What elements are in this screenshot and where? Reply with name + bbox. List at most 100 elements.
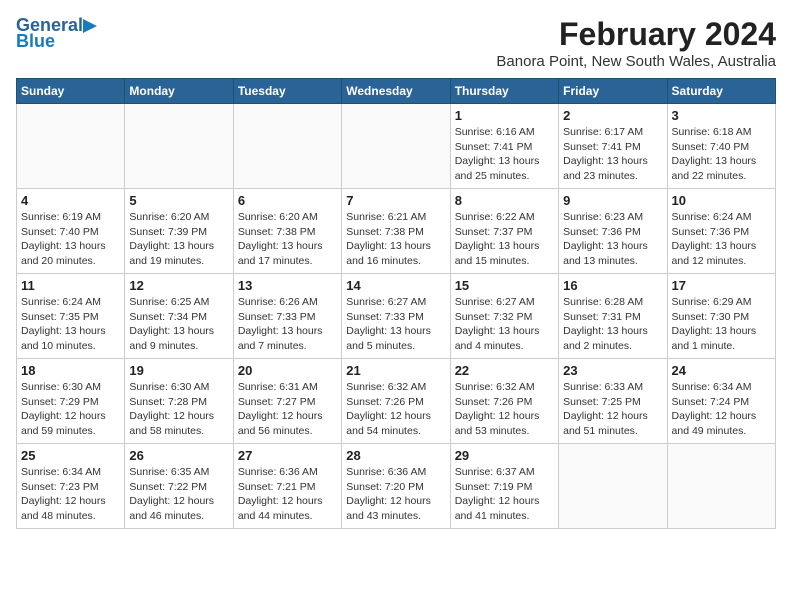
table-row: 6 Sunrise: 6:20 AMSunset: 7:38 PMDaylight…: [233, 189, 341, 274]
day-info: Sunrise: 6:30 AMSunset: 7:29 PMDaylight:…: [21, 380, 120, 439]
day-number: 29: [455, 448, 554, 463]
day-info: Sunrise: 6:37 AMSunset: 7:19 PMDaylight:…: [455, 465, 554, 524]
day-number: 24: [672, 363, 771, 378]
table-row: 29 Sunrise: 6:37 AMSunset: 7:19 PMDayligh…: [450, 444, 558, 529]
table-row: 25 Sunrise: 6:34 AMSunset: 7:23 PMDayligh…: [17, 444, 125, 529]
day-info: Sunrise: 6:30 AMSunset: 7:28 PMDaylight:…: [129, 380, 228, 439]
day-info: Sunrise: 6:24 AMSunset: 7:36 PMDaylight:…: [672, 210, 771, 269]
day-info: Sunrise: 6:23 AMSunset: 7:36 PMDaylight:…: [563, 210, 662, 269]
day-number: 8: [455, 193, 554, 208]
day-number: 2: [563, 108, 662, 123]
table-row: 11 Sunrise: 6:24 AMSunset: 7:35 PMDayligh…: [17, 274, 125, 359]
table-row: 19 Sunrise: 6:30 AMSunset: 7:28 PMDayligh…: [125, 359, 233, 444]
day-info: Sunrise: 6:36 AMSunset: 7:21 PMDaylight:…: [238, 465, 337, 524]
col-monday: Monday: [125, 79, 233, 104]
day-number: 10: [672, 193, 771, 208]
table-row: [559, 444, 667, 529]
day-number: 21: [346, 363, 445, 378]
day-number: 4: [21, 193, 120, 208]
day-number: 17: [672, 278, 771, 293]
table-row: 27 Sunrise: 6:36 AMSunset: 7:21 PMDayligh…: [233, 444, 341, 529]
day-number: 18: [21, 363, 120, 378]
table-row: 20 Sunrise: 6:31 AMSunset: 7:27 PMDayligh…: [233, 359, 341, 444]
day-info: Sunrise: 6:35 AMSunset: 7:22 PMDaylight:…: [129, 465, 228, 524]
table-row: [233, 104, 341, 189]
table-row: 13 Sunrise: 6:26 AMSunset: 7:33 PMDayligh…: [233, 274, 341, 359]
day-number: 1: [455, 108, 554, 123]
table-row: [17, 104, 125, 189]
month-title: February 2024: [496, 16, 776, 53]
day-number: 27: [238, 448, 337, 463]
col-wednesday: Wednesday: [342, 79, 450, 104]
table-row: [125, 104, 233, 189]
day-info: Sunrise: 6:21 AMSunset: 7:38 PMDaylight:…: [346, 210, 445, 269]
table-row: [667, 444, 775, 529]
day-info: Sunrise: 6:34 AMSunset: 7:24 PMDaylight:…: [672, 380, 771, 439]
table-row: 14Sunrise: 6:27 AMSunset: 7:33 PMDayligh…: [342, 274, 450, 359]
day-number: 15: [455, 278, 554, 293]
day-info: Sunrise: 6:19 AMSunset: 7:40 PMDaylight:…: [21, 210, 120, 269]
day-number: 9: [563, 193, 662, 208]
day-info: Sunrise: 6:28 AMSunset: 7:31 PMDaylight:…: [563, 295, 662, 354]
day-number: 19: [129, 363, 228, 378]
day-info: Sunrise: 6:34 AMSunset: 7:23 PMDaylight:…: [21, 465, 120, 524]
day-info: Sunrise: 6:25 AMSunset: 7:34 PMDaylight:…: [129, 295, 228, 354]
day-info: Sunrise: 6:22 AMSunset: 7:37 PMDaylight:…: [455, 210, 554, 269]
table-row: 3Sunrise: 6:18 AMSunset: 7:40 PMDaylight…: [667, 104, 775, 189]
day-number: 7: [346, 193, 445, 208]
day-number: 6: [238, 193, 337, 208]
day-info: Sunrise: 6:27 AMSunset: 7:33 PMDaylight:…: [346, 295, 445, 354]
day-info: Sunrise: 6:16 AMSunset: 7:41 PMDaylight:…: [455, 125, 554, 184]
col-tuesday: Tuesday: [233, 79, 341, 104]
day-number: 22: [455, 363, 554, 378]
day-info: Sunrise: 6:32 AMSunset: 7:26 PMDaylight:…: [346, 380, 445, 439]
logo-blue-text: Blue: [16, 32, 55, 52]
day-number: 12: [129, 278, 228, 293]
day-number: 26: [129, 448, 228, 463]
day-info: Sunrise: 6:20 AMSunset: 7:39 PMDaylight:…: [129, 210, 228, 269]
table-row: 7 Sunrise: 6:21 AMSunset: 7:38 PMDaylight…: [342, 189, 450, 274]
day-number: 3: [672, 108, 771, 123]
table-row: 21 Sunrise: 6:32 AMSunset: 7:26 PMDayligh…: [342, 359, 450, 444]
day-info: Sunrise: 6:26 AMSunset: 7:33 PMDaylight:…: [238, 295, 337, 354]
week-row-4: 18 Sunrise: 6:30 AMSunset: 7:29 PMDayligh…: [17, 359, 776, 444]
day-info: Sunrise: 6:36 AMSunset: 7:20 PMDaylight:…: [346, 465, 445, 524]
table-row: 17 Sunrise: 6:29 AMSunset: 7:30 PMDayligh…: [667, 274, 775, 359]
table-row: 5 Sunrise: 6:20 AMSunset: 7:39 PMDaylight…: [125, 189, 233, 274]
day-number: 20: [238, 363, 337, 378]
location-subtitle: Banora Point, New South Wales, Australia: [496, 53, 776, 70]
table-row: 15 Sunrise: 6:27 AMSunset: 7:32 PMDayligh…: [450, 274, 558, 359]
table-row: 28 Sunrise: 6:36 AMSunset: 7:20 PMDayligh…: [342, 444, 450, 529]
table-row: 10 Sunrise: 6:24 AMSunset: 7:36 PMDayligh…: [667, 189, 775, 274]
table-row: 2 Sunrise: 6:17 AMSunset: 7:41 PMDaylight…: [559, 104, 667, 189]
day-info: Sunrise: 6:31 AMSunset: 7:27 PMDaylight:…: [238, 380, 337, 439]
calendar-table: Sunday Monday Tuesday Wednesday Thursday…: [16, 78, 776, 529]
day-number: 25: [21, 448, 120, 463]
day-number: 23: [563, 363, 662, 378]
col-saturday: Saturday: [667, 79, 775, 104]
logo: General Blue: [16, 16, 101, 52]
logo-icon: [83, 17, 101, 35]
day-number: 28: [346, 448, 445, 463]
week-row-1: 1 Sunrise: 6:16 AMSunset: 7:41 PMDaylight…: [17, 104, 776, 189]
day-info: Sunrise: 6:27 AMSunset: 7:32 PMDaylight:…: [455, 295, 554, 354]
day-number: 13: [238, 278, 337, 293]
table-row: 9 Sunrise: 6:23 AMSunset: 7:36 PMDaylight…: [559, 189, 667, 274]
day-info: Sunrise: 6:29 AMSunset: 7:30 PMDaylight:…: [672, 295, 771, 354]
page-header: General Blue February 2024 Banora Point,…: [16, 16, 776, 70]
day-info: Sunrise: 6:32 AMSunset: 7:26 PMDaylight:…: [455, 380, 554, 439]
week-row-5: 25 Sunrise: 6:34 AMSunset: 7:23 PMDayligh…: [17, 444, 776, 529]
table-row: 26 Sunrise: 6:35 AMSunset: 7:22 PMDayligh…: [125, 444, 233, 529]
day-number: 5: [129, 193, 228, 208]
week-row-3: 11 Sunrise: 6:24 AMSunset: 7:35 PMDayligh…: [17, 274, 776, 359]
week-row-2: 4 Sunrise: 6:19 AMSunset: 7:40 PMDaylight…: [17, 189, 776, 274]
table-row: 4 Sunrise: 6:19 AMSunset: 7:40 PMDaylight…: [17, 189, 125, 274]
table-row: [342, 104, 450, 189]
day-info: Sunrise: 6:24 AMSunset: 7:35 PMDaylight:…: [21, 295, 120, 354]
day-info: Sunrise: 6:17 AMSunset: 7:41 PMDaylight:…: [563, 125, 662, 184]
day-info: Sunrise: 6:20 AMSunset: 7:38 PMDaylight:…: [238, 210, 337, 269]
day-number: 11: [21, 278, 120, 293]
col-thursday: Thursday: [450, 79, 558, 104]
day-number: 16: [563, 278, 662, 293]
table-row: 23Sunrise: 6:33 AMSunset: 7:25 PMDayligh…: [559, 359, 667, 444]
